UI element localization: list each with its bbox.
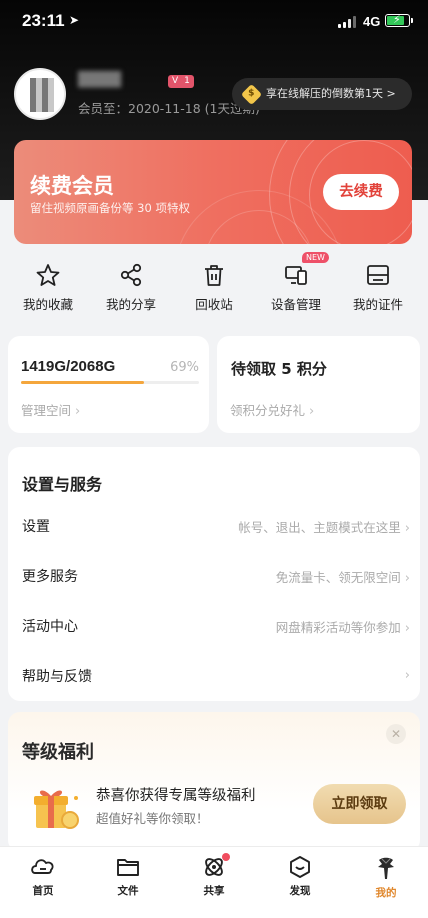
folder-icon xyxy=(117,859,139,876)
quick-actions: 我的收藏 我的分享 回收站 NEW 设备管理 我的证件 xyxy=(0,252,428,320)
gift-icon xyxy=(34,790,79,829)
level-benefits-heading: 等级福利 xyxy=(22,742,94,763)
manage-space-link[interactable]: 管理空间 › xyxy=(21,400,80,419)
settings-heading: 设置与服务 xyxy=(22,475,103,494)
new-badge: NEW xyxy=(302,252,329,263)
vip-icon: V xyxy=(172,76,179,86)
star-icon xyxy=(36,264,60,286)
benefit-sub-message: 超值好礼等你领取！ xyxy=(96,811,209,826)
activity-center-row[interactable]: 活动中心 网盘精彩活动等你参加 › xyxy=(8,602,420,652)
renew-membership-banner[interactable]: 续费会员 留住视频原画备份等 30 项特权 去续费 xyxy=(14,140,412,244)
quick-action-shares[interactable]: 我的分享 xyxy=(88,258,174,313)
claim-now-button[interactable]: 立即领取 xyxy=(313,784,406,824)
location-arrow-icon: ➤ xyxy=(69,13,80,27)
discover-icon xyxy=(290,856,310,878)
quick-action-id-cards[interactable]: 我的证件 xyxy=(335,258,421,313)
chevron-right-icon: › xyxy=(404,521,410,536)
online-unzip-promo[interactable]: $ 享在线解压的倒数第1天 > xyxy=(232,78,412,110)
status-time: 23:11 xyxy=(22,11,65,30)
coin-icon: $ xyxy=(240,83,263,106)
share-icon xyxy=(120,263,142,287)
status-bar: 23:11 ➤ 4G ⚡ xyxy=(0,0,428,46)
points-title: 待领取 5 积分 xyxy=(231,360,327,378)
level-benefits-card: 等级福利 ✕ 恭喜你获得专属等级福利 超值好礼等你领取！ 立即领取 xyxy=(8,712,420,852)
bottom-tab-bar: 首页 文件 共享 发现 我的 xyxy=(0,846,428,918)
profile-avatar-icon xyxy=(378,857,394,879)
signal-icon xyxy=(338,16,358,28)
id-card-icon xyxy=(367,265,389,285)
help-feedback-row[interactable]: 帮助与反馈 › xyxy=(8,652,420,702)
tab-files[interactable]: 文件 xyxy=(85,855,171,898)
network-type: 4G xyxy=(363,14,381,29)
tab-home[interactable]: 首页 xyxy=(0,855,86,898)
renew-subtitle: 留住视频原画备份等 30 项特权 xyxy=(30,201,190,215)
username-blurred[interactable]: ████ xyxy=(78,72,162,88)
storage-percent: 69% xyxy=(170,360,199,375)
tab-shared[interactable]: 共享 xyxy=(171,853,257,898)
devices-icon xyxy=(285,266,307,285)
quick-action-favorites[interactable]: 我的收藏 xyxy=(5,258,91,313)
chevron-right-icon: › xyxy=(404,668,410,683)
chevron-right-icon: › xyxy=(404,571,410,586)
redeem-points-link[interactable]: 领积分兑好礼 › xyxy=(230,400,314,419)
more-services-row[interactable]: 更多服务 免流量卡、领无限空间 › xyxy=(8,552,420,602)
benefit-message: 恭喜你获得专属等级福利 xyxy=(96,788,256,804)
renew-title: 续费会员 xyxy=(30,174,114,198)
storage-card[interactable]: 1419G/2068G 69% 管理空间 › xyxy=(8,336,209,433)
battery-icon: ⚡ xyxy=(385,13,413,27)
vip-badge[interactable]: V1 xyxy=(168,75,194,88)
points-card[interactable]: 待领取 5 积分 领积分兑好礼 › xyxy=(217,336,420,433)
trash-icon xyxy=(205,265,223,286)
home-icon xyxy=(31,859,54,874)
close-icon[interactable]: ✕ xyxy=(386,724,406,744)
chevron-right-icon: › xyxy=(404,621,410,636)
chevron-right-icon: › xyxy=(309,404,315,419)
quick-action-recycle-bin[interactable]: 回收站 xyxy=(171,258,257,313)
storage-progress xyxy=(21,381,199,384)
settings-services-card: 设置与服务 设置 帐号、退出、主题模式在这里 › 更多服务 免流量卡、领无限空间 ›… xyxy=(8,447,420,701)
notification-dot xyxy=(222,853,230,861)
chevron-right-icon: › xyxy=(75,404,81,419)
tab-mine[interactable]: 我的 xyxy=(343,855,428,900)
renew-button[interactable]: 去续费 xyxy=(323,174,399,210)
storage-usage: 1419G/2068G xyxy=(21,358,116,375)
tab-discover[interactable]: 发现 xyxy=(257,855,343,898)
quick-action-device-management[interactable]: NEW 设备管理 xyxy=(253,252,339,313)
settings-row[interactable]: 设置 帐号、退出、主题模式在这里 › xyxy=(8,502,420,552)
avatar[interactable] xyxy=(14,68,66,120)
